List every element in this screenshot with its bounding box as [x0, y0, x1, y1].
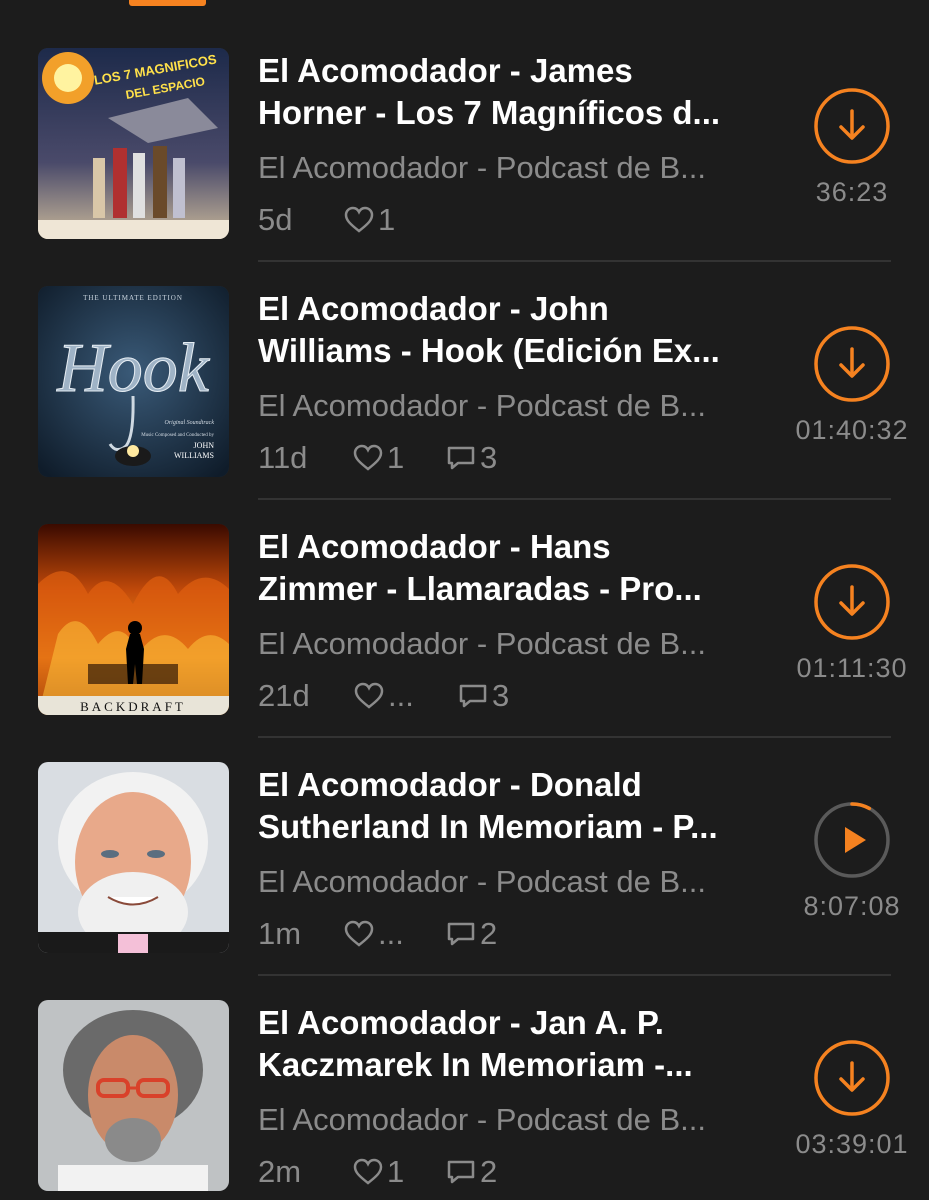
episode-duration: 01:40:32 [795, 415, 909, 445]
download-button[interactable] [813, 87, 891, 165]
episode-duration: 8:07:08 [803, 891, 901, 921]
comment-icon [459, 684, 487, 708]
download-icon [814, 564, 890, 640]
episode-artwork[interactable]: THE ULTIMATE EDITION Hook Original Sound… [38, 286, 229, 477]
heart-icon [353, 444, 383, 471]
episode-title[interactable]: El Acomodador - Hans Zimmer - Llamaradas… [258, 526, 778, 610]
episode-title[interactable]: El Acomodador - Jan A. P. Kaczmarek In M… [258, 1002, 778, 1086]
episode-row[interactable]: LOS 7 MAGNIFICOS DEL ESPACIO El Acomodad… [0, 0, 929, 262]
episode-artwork[interactable] [38, 762, 229, 953]
episode-age: 21d [258, 678, 310, 713]
episode-title[interactable]: El Acomodador - John Williams - Hook (Ed… [258, 288, 778, 372]
episode-row[interactable]: El Acomodador - Donald Sutherland In Mem… [0, 714, 929, 976]
cover-title-text: Hook [56, 330, 211, 407]
download-button[interactable] [813, 563, 891, 641]
download-button[interactable] [813, 325, 891, 403]
podcast-name: El Acomodador - Podcast de B... [258, 1102, 707, 1137]
episode-row[interactable]: THE ULTIMATE EDITION Hook Original Sound… [0, 238, 929, 500]
download-button[interactable] [813, 1039, 891, 1117]
comments[interactable]: 3 [446, 438, 497, 478]
episode-duration: 01:11:30 [796, 653, 908, 683]
jan-kaczmarek-portrait [38, 1000, 229, 1191]
download-icon [814, 326, 890, 402]
comments-count: 2 [480, 1154, 498, 1189]
comments[interactable]: 3 [458, 676, 509, 716]
heart-icon [344, 206, 374, 233]
episode-title-line-2: Kaczmarek In Memoriam -... [258, 1046, 693, 1083]
playback-progress-arc [850, 802, 872, 811]
likes-count: 1 [387, 440, 405, 475]
heart-icon [353, 1158, 383, 1185]
comment-icon [447, 922, 475, 946]
heart-icon [354, 682, 384, 709]
cover-credit-text: Music Composed and Conducted by [141, 433, 214, 438]
episode-duration: 36:23 [815, 177, 889, 207]
podcast-name: El Acomodador - Podcast de B... [258, 388, 707, 423]
episode-duration: 03:39:01 [795, 1129, 909, 1159]
episode-title-line-2: Sutherland In Memoriam - P... [258, 808, 718, 845]
cover-edition-text: THE ULTIMATE EDITION [83, 294, 183, 302]
cover-title-text: BACKDRAFT [80, 699, 186, 714]
likes[interactable]: ... [354, 676, 414, 716]
episode-title-line-2: Horner - Los 7 Magníficos d... [258, 94, 721, 131]
likes[interactable]: 1 [353, 438, 404, 478]
podcast-name: El Acomodador - Podcast de B... [258, 150, 707, 185]
likes[interactable]: ... [344, 914, 404, 954]
episode-title-line-1: El Acomodador - Hans [258, 528, 611, 565]
los-7-magnificos-cover: LOS 7 MAGNIFICOS DEL ESPACIO [38, 48, 229, 239]
episode-age: 2m [258, 1154, 302, 1189]
comments-count: 3 [492, 678, 510, 713]
episode-artwork[interactable]: LOS 7 MAGNIFICOS DEL ESPACIO [38, 48, 229, 239]
cover-composer-first: JOHN [194, 441, 215, 450]
likes[interactable]: 1 [344, 200, 395, 240]
episode-title-line-2: Williams - Hook (Edición Ex... [258, 332, 720, 369]
download-icon [814, 88, 890, 164]
likes-count: ... [388, 678, 414, 713]
likes[interactable]: 1 [353, 1152, 404, 1192]
play-button[interactable] [813, 801, 891, 879]
episode-title[interactable]: El Acomodador - James Horner - Los 7 Mag… [258, 50, 778, 134]
episode-title-line-2: Zimmer - Llamaradas - Pro... [258, 570, 702, 607]
podcast-name: El Acomodador - Podcast de B... [258, 626, 707, 661]
backdraft-cover: BACKDRAFT [38, 524, 229, 715]
episode-age: 11d [258, 440, 308, 475]
play-icon [814, 802, 890, 878]
podcast-name: El Acomodador - Podcast de B... [258, 864, 707, 899]
episode-age: 5d [258, 202, 293, 237]
comment-icon [447, 446, 475, 470]
episode-row[interactable]: BACKDRAFT El Acomodador - Hans Zimmer - … [0, 476, 929, 738]
comment-icon [447, 1160, 475, 1184]
hook-cover: THE ULTIMATE EDITION Hook Original Sound… [38, 286, 229, 477]
cover-composer-last: WILLIAMS [174, 451, 214, 460]
heart-icon [344, 920, 374, 947]
likes-count: 1 [378, 202, 396, 237]
likes-count: 1 [387, 1154, 405, 1189]
episode-row[interactable]: El Acomodador - Jan A. P. Kaczmarek In M… [0, 952, 929, 1192]
comments-count: 2 [480, 916, 498, 951]
episode-title-line-1: El Acomodador - Jan A. P. [258, 1004, 664, 1041]
episode-title-line-1: El Acomodador - James [258, 52, 633, 89]
comments[interactable]: 2 [446, 914, 497, 954]
episode-artwork[interactable] [38, 1000, 229, 1191]
cover-soundtrack-text: Original Soundtrack [165, 420, 215, 426]
comments-count: 3 [480, 440, 498, 475]
episode-age: 1m [258, 916, 302, 951]
comments[interactable]: 2 [446, 1152, 497, 1192]
episode-title-line-1: El Acomodador - John [258, 290, 609, 327]
episode-title-line-1: El Acomodador - Donald [258, 766, 642, 803]
likes-count: ... [378, 916, 404, 951]
episode-title[interactable]: El Acomodador - Donald Sutherland In Mem… [258, 764, 778, 848]
donald-sutherland-portrait [38, 762, 229, 953]
download-icon [814, 1040, 890, 1116]
episode-artwork[interactable]: BACKDRAFT [38, 524, 229, 715]
